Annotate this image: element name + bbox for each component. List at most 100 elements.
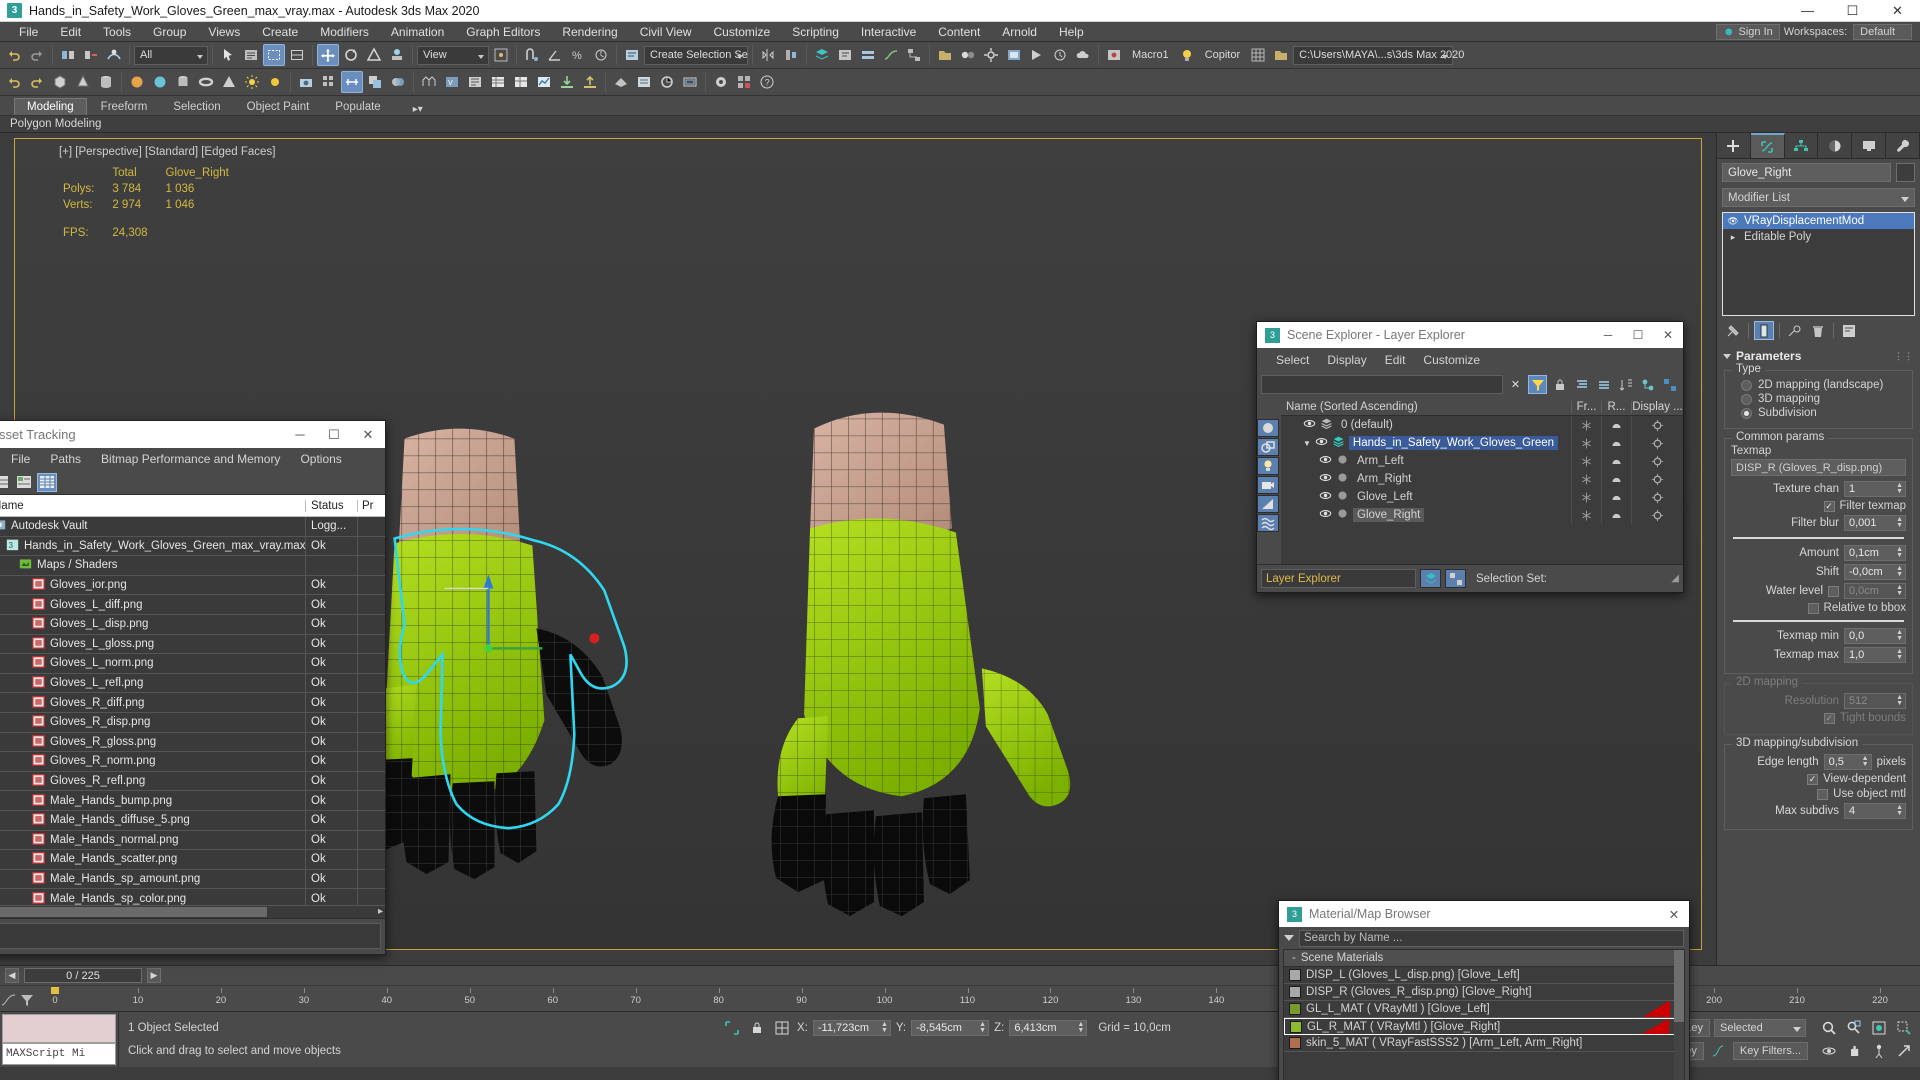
material-scrollbar-thumb[interactable] <box>1674 950 1684 1022</box>
orbit-icon[interactable] <box>1819 1042 1839 1060</box>
named-selection-set-dropdown[interactable]: Create Selection Se <box>644 45 748 65</box>
project-path-dropdown[interactable]: C:\Users\MAYA\...s\3ds Max 2020 <box>1293 45 1464 65</box>
material-list-scrollbar[interactable] <box>1674 950 1684 1080</box>
time-slider-next-icon[interactable]: ▶ <box>147 968 161 983</box>
filter-helpers-icon[interactable] <box>1257 495 1279 513</box>
edge-length-spinner[interactable]: 0,5 ▲ ▼ <box>1823 754 1872 770</box>
asset-row[interactable]: 3 Hands_in_Safety_Work_Gloves_Green_max_v… <box>0 536 385 557</box>
asset-tracking-window[interactable]: sset Tracking ─ ☐ ✕ File Paths Bitmap Pe… <box>0 420 386 955</box>
zoom-all-icon[interactable] <box>1844 1019 1864 1037</box>
visibility-eye-icon[interactable] <box>1319 471 1332 487</box>
asset-row[interactable]: Male_Hands_bump.png Ok <box>0 791 385 811</box>
maximize-button[interactable]: ☐ <box>1830 0 1875 22</box>
radio-3d-mapping[interactable]: 3D mapping <box>1741 393 1906 405</box>
help-toolbar-icon[interactable]: ? <box>756 71 778 93</box>
select-and-move-icon[interactable] <box>317 44 339 66</box>
asset-row[interactable]: Autodesk Vault Logg... <box>0 517 385 537</box>
project-folder-icon[interactable] <box>934 44 956 66</box>
y-coordinate-field[interactable]: -8,545cm ▲ ▼ <box>911 1019 990 1036</box>
cone-primitive-icon[interactable] <box>72 71 94 93</box>
asset-row[interactable]: Male_Hands_scatter.png Ok <box>0 850 385 870</box>
radio-2d-mapping-landscape[interactable]: 2D mapping (landscape) <box>1741 379 1906 391</box>
node-render-cell[interactable] <box>1601 416 1631 434</box>
material-item[interactable]: skin_5_MAT ( VRayFastSSS2 ) [Arm_Left, A… <box>1284 1035 1684 1052</box>
asset-menu-paths[interactable]: Paths <box>40 450 91 468</box>
modifier-eye-icon[interactable]: 👁 <box>1726 216 1740 227</box>
asset-row[interactable]: Gloves_L_diff.png Ok <box>0 595 385 615</box>
array-icon[interactable] <box>318 71 340 93</box>
render-iterative-icon[interactable] <box>1049 44 1071 66</box>
maxscript-listener[interactable]: MAXScript Mi <box>0 1012 118 1067</box>
node-render-cell[interactable] <box>1601 506 1631 524</box>
align-icon[interactable] <box>780 44 802 66</box>
scene-minimize-button[interactable]: ─ <box>1593 322 1623 348</box>
material-item[interactable]: GL_L_MAT ( VRayMtl ) [Glove_Left] <box>1284 1001 1684 1018</box>
make-unique-button[interactable] <box>1785 321 1805 340</box>
material-item[interactable]: GL_R_MAT ( VRayMtl ) [Glove_Right] <box>1284 1018 1684 1035</box>
tab-utilities[interactable] <box>1886 133 1920 158</box>
torus-icon[interactable] <box>195 71 217 93</box>
asset-col-name[interactable]: Name <box>0 500 305 512</box>
ribbon-dropdown-icon[interactable]: ▸▾ <box>413 104 423 115</box>
use-pivot-center-icon[interactable] <box>490 44 512 66</box>
expander-icon[interactable]: ▼ <box>1303 439 1311 448</box>
table-view-icon[interactable] <box>510 71 532 93</box>
render-setup-icon[interactable] <box>980 44 1002 66</box>
scene-col-frozen[interactable]: Fr... <box>1571 400 1601 413</box>
menu-rendering[interactable]: Rendering <box>551 23 628 41</box>
asset-row[interactable]: Gloves_L_norm.png Ok <box>0 654 385 674</box>
menu-tools[interactable]: Tools <box>92 23 142 41</box>
key-filters-button[interactable]: Key Filters... <box>1732 1042 1808 1060</box>
schematic-view-icon[interactable] <box>903 44 925 66</box>
spinner-arrows-icon[interactable]: ▲▼ <box>1896 648 1903 661</box>
geosphere-icon[interactable] <box>149 71 171 93</box>
asset-row[interactable]: Maps / Shaders <box>0 556 385 576</box>
tab-create[interactable] <box>1717 133 1751 158</box>
asset-minimize-button[interactable]: ─ <box>283 421 317 448</box>
asset-row[interactable]: Male_Hands_diffuse_5.png Ok <box>0 810 385 831</box>
measure-distance-icon[interactable] <box>610 71 632 93</box>
tab-modify[interactable] <box>1750 133 1785 158</box>
asset-row[interactable]: Gloves_L_disp.png Ok <box>0 614 385 635</box>
asset-row[interactable]: Male_Hands_sp_amount.png Ok <box>0 869 385 890</box>
asset-row[interactable]: Gloves_L_refl.png Ok <box>0 673 385 694</box>
node-display-cell[interactable] <box>1631 506 1683 524</box>
scene-maximize-button[interactable]: ☐ <box>1623 322 1653 348</box>
ribbon-tab-object-paint[interactable]: Object Paint <box>235 99 322 115</box>
asset-row[interactable]: Male_Hands_normal.png Ok <box>0 830 385 851</box>
use-object-mtl-checkbox[interactable]: Use object mtl <box>1731 788 1906 800</box>
scene-explorer-window[interactable]: 3 Scene Explorer - Layer Explorer ─ ☐ ✕ … <box>1256 321 1684 593</box>
filter-lights-icon[interactable] <box>1257 457 1279 475</box>
tab-hierarchy[interactable] <box>1785 133 1819 158</box>
free-light-icon[interactable] <box>264 71 286 93</box>
select-children-icon[interactable] <box>1638 375 1657 394</box>
node-render-cell[interactable] <box>1601 488 1631 506</box>
export-icon[interactable] <box>556 71 578 93</box>
extras-toolbar-icon[interactable] <box>710 71 732 93</box>
omni-light-icon[interactable] <box>241 71 263 93</box>
selection-filter-dropdown[interactable]: All <box>134 45 208 65</box>
curve-editor-icon[interactable] <box>880 44 902 66</box>
scene-menu-customize[interactable]: Customize <box>1414 351 1489 369</box>
asset-row[interactable]: Gloves_R_disp.png Ok <box>0 712 385 733</box>
asset-horizontal-scrollbar[interactable]: ▸ <box>0 905 385 918</box>
node-frozen-cell[interactable] <box>1571 470 1601 488</box>
maxscript-pink-pane[interactable] <box>2 1014 116 1043</box>
asset-menu-bitmap[interactable]: Bitmap Performance and Memory <box>91 450 290 468</box>
resize-grip-icon[interactable]: ◢ <box>1671 573 1679 584</box>
key-mode-toggle-icon[interactable] <box>1708 1042 1729 1060</box>
material-items-container[interactable]: DISP_L (Gloves_L_disp.png) [Glove_Left] D… <box>1284 967 1684 1052</box>
filter-shapes-icon[interactable] <box>1257 438 1279 456</box>
scene-node-hands-in-safety-work-gloves-green[interactable]: ▼ Hands_in_Safety_Work_Gloves_Green <box>1281 434 1683 452</box>
scene-node-glove-left[interactable]: Glove_Left <box>1281 488 1683 506</box>
menu-arnold[interactable]: Arnold <box>991 23 1048 41</box>
scene-menu-display[interactable]: Display <box>1318 351 1375 369</box>
menu-views[interactable]: Views <box>197 23 251 41</box>
snaps-toggle-icon[interactable] <box>521 44 543 66</box>
scene-node-list[interactable]: 0 (default) ▼ Hands_in_Safety_Work_Gloves_… <box>1281 416 1683 524</box>
pyramid-icon[interactable] <box>218 71 240 93</box>
absolute-relative-mode-icon[interactable] <box>772 1019 792 1037</box>
pan-view-icon[interactable] <box>1844 1042 1864 1060</box>
selection-lock-region-icon[interactable] <box>722 1019 742 1037</box>
project-folder-browse-icon[interactable] <box>1270 44 1292 66</box>
